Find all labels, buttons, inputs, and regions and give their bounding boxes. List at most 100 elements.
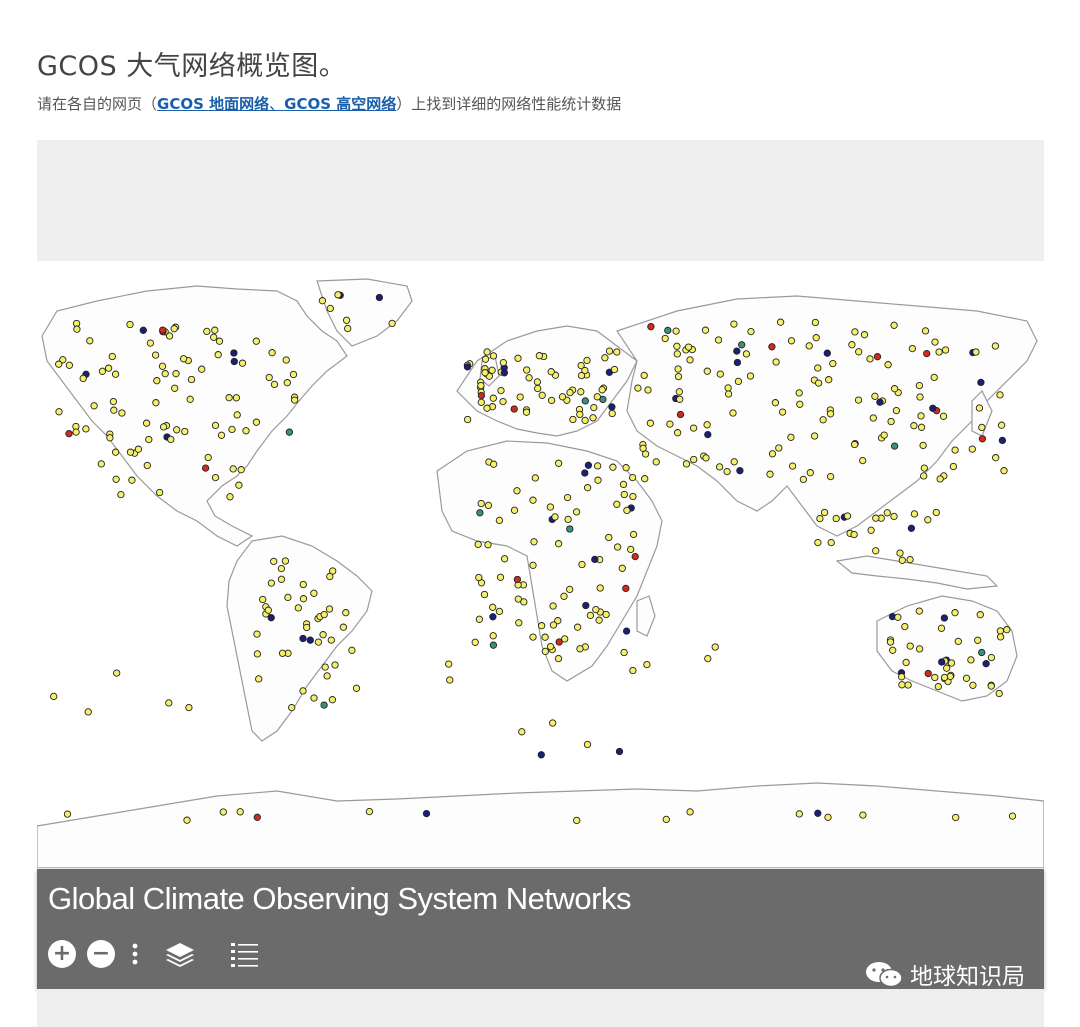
station-marker[interactable] (299, 687, 307, 695)
station-marker[interactable] (535, 352, 544, 360)
station-marker[interactable] (576, 410, 584, 419)
station-marker[interactable] (814, 364, 822, 372)
station-marker[interactable] (172, 370, 180, 378)
station-marker[interactable] (613, 543, 622, 551)
station-marker[interactable] (919, 441, 927, 450)
station-marker[interactable] (826, 410, 835, 418)
station-marker[interactable] (211, 473, 220, 482)
station-marker[interactable] (171, 384, 179, 392)
station-marker[interactable] (715, 463, 724, 471)
station-marker[interactable] (538, 391, 546, 399)
station-marker[interactable] (546, 642, 555, 651)
station-marker[interactable] (529, 633, 537, 641)
station-marker[interactable] (734, 377, 743, 386)
station-marker[interactable] (871, 392, 879, 400)
station-marker[interactable] (510, 506, 519, 514)
station-marker[interactable] (489, 603, 497, 611)
station-marker[interactable] (628, 473, 637, 482)
station-marker[interactable] (106, 434, 114, 442)
station-marker[interactable] (935, 348, 943, 356)
station-marker[interactable] (278, 649, 287, 657)
station-marker[interactable] (497, 386, 505, 395)
station-marker[interactable] (214, 351, 222, 359)
station-marker[interactable] (518, 728, 526, 736)
station-marker[interactable] (686, 356, 694, 364)
station-marker[interactable] (577, 388, 585, 396)
station-marker[interactable] (348, 646, 356, 654)
station-marker[interactable] (996, 391, 1004, 399)
station-marker[interactable] (500, 555, 509, 563)
station-marker[interactable] (291, 396, 299, 404)
station-marker[interactable] (896, 549, 904, 557)
station-marker[interactable] (814, 538, 822, 547)
station-marker[interactable] (582, 601, 590, 610)
station-marker[interactable] (581, 397, 589, 405)
station-marker[interactable] (702, 454, 710, 462)
station-marker[interactable] (143, 461, 151, 470)
station-marker[interactable] (118, 409, 126, 417)
station-marker[interactable] (375, 293, 384, 302)
station-marker[interactable] (489, 641, 498, 649)
station-marker[interactable] (936, 475, 944, 483)
station-marker[interactable] (515, 619, 523, 627)
station-marker[interactable] (982, 660, 990, 668)
station-marker[interactable] (627, 545, 635, 554)
station-marker[interactable] (152, 399, 160, 407)
station-marker[interactable] (866, 355, 874, 363)
station-marker[interactable] (145, 435, 153, 444)
station-marker[interactable] (551, 513, 559, 521)
station-marker[interactable] (488, 366, 496, 374)
station-marker[interactable] (566, 525, 574, 533)
station-marker[interactable] (583, 740, 592, 749)
station-marker[interactable] (747, 327, 755, 336)
station-marker[interactable] (289, 370, 298, 379)
station-marker[interactable] (270, 380, 279, 389)
station-marker[interactable] (901, 622, 909, 631)
station-marker[interactable] (534, 384, 542, 393)
station-marker[interactable] (814, 809, 822, 817)
station-marker[interactable] (514, 595, 522, 603)
station-marker[interactable] (537, 751, 545, 759)
station-marker[interactable] (554, 540, 563, 548)
station-marker[interactable] (724, 384, 732, 392)
station-marker[interactable] (108, 352, 116, 361)
station-marker[interactable] (615, 747, 624, 756)
station-marker[interactable] (723, 467, 731, 476)
station-marker[interactable] (63, 810, 72, 818)
station-marker[interactable] (977, 378, 985, 387)
station-marker[interactable] (583, 356, 591, 365)
station-marker[interactable] (730, 320, 738, 328)
station-marker[interactable] (344, 324, 352, 333)
station-marker[interactable] (923, 349, 931, 358)
station-marker[interactable] (161, 370, 169, 378)
station-marker[interactable] (652, 458, 660, 466)
station-marker[interactable] (531, 474, 539, 482)
station-marker[interactable] (674, 365, 682, 373)
station-marker[interactable] (1003, 626, 1011, 634)
station-marker[interactable] (873, 353, 882, 361)
station-marker[interactable] (255, 675, 263, 683)
station-marker[interactable] (674, 372, 683, 381)
station-marker[interactable] (325, 605, 334, 613)
station-marker[interactable] (805, 342, 813, 350)
zoom-in-button[interactable]: + (48, 940, 76, 968)
station-marker[interactable] (932, 508, 940, 517)
station-marker[interactable] (314, 638, 323, 646)
station-marker[interactable] (591, 555, 599, 564)
station-marker[interactable] (623, 506, 631, 515)
station-marker[interactable] (159, 423, 168, 431)
station-marker[interactable] (288, 703, 296, 712)
station-marker[interactable] (238, 359, 247, 367)
station-marker[interactable] (890, 512, 898, 521)
station-marker[interactable] (921, 327, 930, 335)
station-marker[interactable] (134, 445, 143, 453)
station-marker[interactable] (564, 515, 572, 524)
station-marker[interactable] (463, 363, 472, 371)
station-marker[interactable] (854, 396, 863, 404)
station-marker[interactable] (897, 673, 906, 681)
station-marker[interactable] (951, 446, 959, 454)
station-marker[interactable] (388, 319, 396, 328)
station-marker[interactable] (547, 396, 556, 405)
station-marker[interactable] (662, 815, 670, 824)
station-marker[interactable] (581, 469, 589, 477)
